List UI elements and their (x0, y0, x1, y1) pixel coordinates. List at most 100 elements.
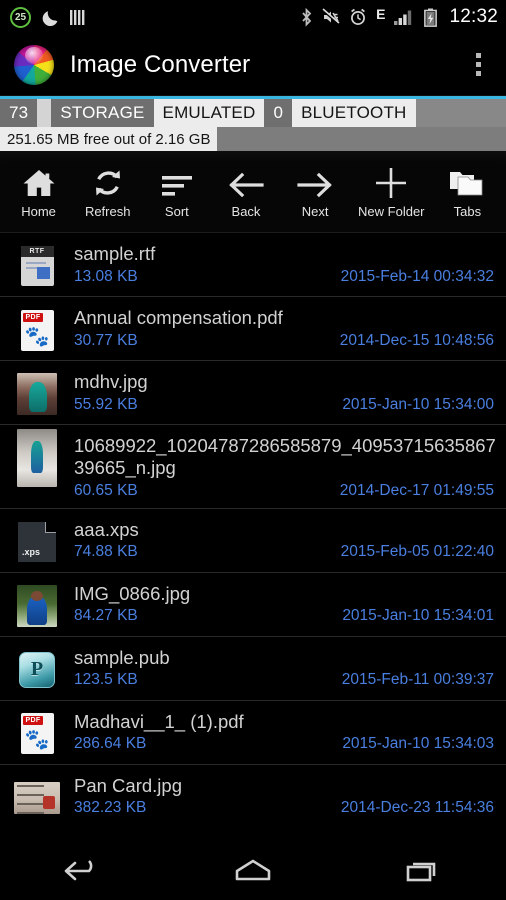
alarm-clock-icon (351, 8, 366, 25)
breadcrumb-item-0[interactable]: 0 (264, 99, 293, 127)
arrow-left-icon (228, 165, 264, 199)
overflow-menu-icon[interactable] (464, 48, 492, 82)
image-thumbnail (14, 584, 60, 628)
file-list-item[interactable]: P sample.pub 123.5 KB 2015-Feb-11 00:39:… (0, 637, 506, 701)
toolbar-label: Next (301, 203, 329, 219)
toolbar-label: Home (21, 203, 56, 219)
recents-nav-icon[interactable] (380, 848, 464, 894)
file-list-item[interactable]: PDF 🐾 Annual compensation.pdf 30.77 KB 20… (0, 297, 506, 361)
file-list-item[interactable]: PDF 🐾 Madhavi__1_ (1).pdf 286.64 KB 2015-… (0, 701, 506, 765)
file-meta: mdhv.jpg 55.92 KB 2015-Jan-10 15:34:00 (74, 370, 496, 414)
file-name: sample.pub (74, 646, 170, 668)
file-list-item[interactable]: .xps aaa.xps 74.88 KB 2015-Feb-05 01:22:… (0, 509, 506, 573)
breadcrumb-item-storage[interactable]: STORAGE (51, 99, 154, 127)
file-name: Pan Card.jpg (74, 774, 182, 796)
toolbar-button-refresh[interactable]: Refresh (77, 165, 139, 219)
plus-icon (375, 165, 407, 199)
color-wheel-icon (14, 44, 54, 85)
breadcrumb-tail (415, 99, 506, 127)
file-date: 2014-Dec-15 10:48:56 (339, 331, 494, 349)
toolbar-label: Sort (164, 203, 189, 219)
folders-icon (448, 165, 486, 199)
bars-icon (70, 9, 85, 25)
file-meta: sample.rtf 13.08 KB 2015-Feb-14 00:34:32 (74, 242, 496, 286)
file-date: 2015-Jan-10 15:34:03 (342, 735, 494, 753)
status-bar-left-icons: 25 (10, 6, 85, 28)
home-nav-icon[interactable] (211, 848, 295, 894)
file-date: 2014-Dec-23 11:54:36 (340, 799, 494, 817)
image-thumbnail (14, 776, 60, 820)
file-list-item[interactable]: IMG_0866.jpg 84.27 KB 2015-Jan-10 15:34:… (0, 573, 506, 637)
toolbar-button-next[interactable]: Next (284, 165, 346, 219)
file-size: 30.77 KB (74, 331, 138, 349)
file-name: mdhv.jpg (74, 371, 148, 392)
image-thumbnail (14, 429, 60, 487)
status-bar: 25 E 12:32 (0, 0, 506, 34)
storage-free-text: 251.65 MB free out of 2.16 GB (0, 127, 218, 151)
file-list-item[interactable]: RTF sample.rtf 13.08 KB 2015-Feb-14 00:3… (0, 233, 506, 297)
edge-network-icon: E (376, 6, 386, 22)
toolbar: Home Refresh Sort Back Next New Folder T… (0, 151, 506, 233)
file-date: 2015-Jan-10 15:34:01 (342, 607, 494, 625)
file-meta: Annual compensation.pdf 30.77 KB 2014-De… (74, 306, 496, 350)
xps-file-icon: .xps (14, 520, 60, 564)
file-size: 286.64 KB (74, 735, 147, 753)
toolbar-label: Refresh (84, 203, 131, 219)
file-list-item[interactable]: Pan Card.jpg 382.23 KB 2014-Dec-23 11:54… (0, 765, 506, 828)
page-title: Image Converter (70, 50, 251, 78)
home-icon (21, 165, 57, 199)
pdf-file-icon: PDF 🐾 (14, 308, 60, 352)
breadcrumb-item-bluetooth[interactable]: BLUETOOTH (292, 99, 416, 127)
file-meta: sample.pub 123.5 KB 2015-Feb-11 00:39:37 (74, 646, 496, 690)
breadcrumb: 73 STORAGE EMULATED 0 BLUETOOTH 251.65 M… (0, 96, 506, 151)
toolbar-button-back[interactable]: Back (215, 165, 277, 219)
signal-bars-icon (394, 10, 412, 25)
file-size: 13.08 KB (74, 267, 138, 285)
file-date: 2014-Dec-17 01:49:55 (339, 481, 494, 499)
file-list-item[interactable]: 10689922_10204787286585879_4095371563586… (0, 425, 506, 509)
breadcrumb-segments: 73 STORAGE EMULATED 0 BLUETOOTH (0, 99, 506, 127)
publisher-file-icon: P (14, 648, 60, 692)
file-name: 10689922_10204787286585879_4095371563586… (74, 435, 496, 478)
file-name: IMG_0866.jpg (74, 582, 191, 604)
back-nav-icon[interactable] (42, 848, 126, 894)
file-size: 84.27 KB (74, 607, 138, 625)
rtf-file-icon: RTF (14, 244, 60, 288)
file-meta: 10689922_10204787286585879_4095371563586… (74, 434, 496, 500)
file-size: 123.5 KB (74, 671, 138, 689)
file-name: Madhavi__1_ (1).pdf (74, 710, 244, 732)
file-meta: aaa.xps 74.88 KB 2015-Feb-05 01:22:40 (74, 518, 496, 562)
arrow-right-icon (297, 165, 333, 199)
volume-mute-icon (322, 8, 340, 25)
toolbar-label: Tabs (453, 203, 482, 219)
file-meta: Madhavi__1_ (1).pdf 286.64 KB 2015-Jan-1… (74, 710, 496, 754)
file-size: 55.92 KB (74, 395, 138, 413)
pdf-file-icon: PDF 🐾 (14, 712, 60, 756)
toolbar-button-tabs[interactable]: Tabs (436, 165, 498, 219)
toolbar-label: New Folder (358, 203, 425, 219)
toolbar-button-new-folder[interactable]: New Folder (353, 165, 429, 219)
toolbar-button-home[interactable]: Home (8, 165, 70, 219)
file-date: 2015-Feb-11 00:39:37 (341, 671, 494, 689)
toolbar-label: Back (231, 203, 261, 219)
file-date: 2015-Feb-05 01:22:40 (340, 543, 494, 561)
status-bar-right-icons: E 12:32 (300, 6, 498, 28)
breadcrumb-item-emulated[interactable]: EMULATED (153, 99, 265, 127)
file-name: Annual compensation.pdf (74, 307, 283, 328)
status-bar-clock: 12:32 (449, 6, 498, 27)
file-list-item[interactable]: mdhv.jpg 55.92 KB 2015-Jan-10 15:34:00 (0, 361, 506, 425)
refresh-icon (92, 165, 124, 199)
sort-icon (160, 165, 194, 199)
system-nav-bar (0, 842, 506, 900)
breadcrumb-item-73[interactable]: 73 (0, 99, 38, 127)
storage-bar-remainder (217, 127, 506, 151)
toolbar-button-sort[interactable]: Sort (146, 165, 208, 219)
breadcrumb-separator (37, 99, 52, 127)
file-size: 60.65 KB (74, 481, 138, 499)
file-size: 74.88 KB (74, 543, 138, 561)
dnd-badge-25-icon: 25 (10, 6, 31, 28)
file-meta: Pan Card.jpg 382.23 KB 2014-Dec-23 11:54… (74, 774, 496, 818)
app-bar: Image Converter (0, 34, 506, 96)
battery-charging-icon (424, 8, 438, 27)
file-name: sample.rtf (74, 243, 156, 264)
